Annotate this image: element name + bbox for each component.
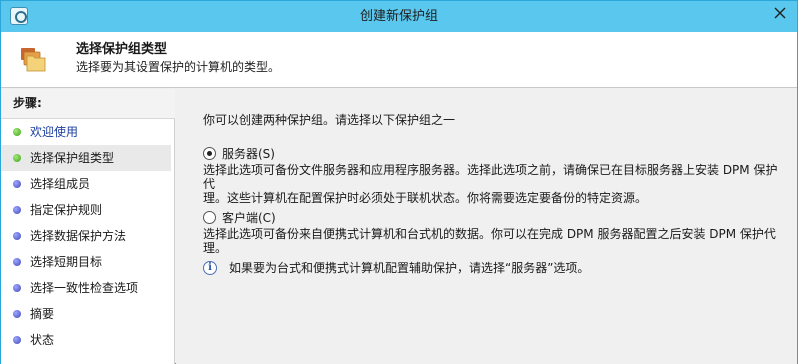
info-icon: i: [203, 260, 217, 275]
step-pending-icon: [13, 310, 21, 318]
step-label: 选择数据保护方法: [30, 229, 127, 243]
server-option[interactable]: 服务器(S): [203, 145, 275, 162]
step-label: 选择组成员: [30, 177, 91, 191]
step-protection-rules: 指定保护规则: [1, 197, 171, 223]
wizard-window: 创建新保护组 选择保护组类型 选择要为其设置保护的计算机的类型。 步骤: 欢迎使…: [0, 0, 798, 364]
server-radio[interactable]: [203, 147, 216, 160]
step-label: 状态: [30, 333, 55, 347]
steps-heading: 步骤:: [1, 89, 175, 119]
step-label: 选择一致性检查选项: [30, 281, 139, 295]
main-panel: 你可以创建两种保护组。请选择以下保护组之一 服务器(S) 选择此选项可备份文件服…: [176, 89, 797, 364]
wizard-header: 选择保护组类型 选择要为其设置保护的计算机的类型。: [1, 32, 797, 88]
server-description: 选择此选项可备份文件服务器和应用程序服务器。选择此选项之前，请确保已在目标服务器…: [203, 163, 788, 205]
server-description-line1: 选择此选项可备份文件服务器和应用程序服务器。选择此选项之前，请确保已在目标服务器…: [203, 163, 778, 191]
step-status: 状态: [1, 327, 171, 353]
info-note-text: 如果要为台式和便携式计算机配置辅助保护，请选择“服务器”选项。: [229, 261, 590, 275]
window-title: 创建新保护组: [359, 9, 438, 24]
step-welcome[interactable]: 欢迎使用: [1, 119, 171, 145]
step-pending-icon: [13, 284, 21, 292]
step-label: 指定保护规则: [30, 203, 103, 217]
step-pending-icon: [13, 206, 21, 214]
close-button[interactable]: [763, 1, 797, 25]
client-radio[interactable]: [203, 211, 216, 224]
step-consistency-check: 选择一致性检查选项: [1, 275, 171, 301]
step-current-icon: [13, 154, 21, 162]
step-complete-icon: [13, 128, 21, 136]
folders-icon: [21, 48, 46, 72]
step-pending-icon: [13, 336, 21, 344]
close-icon: [774, 7, 786, 19]
title-bar[interactable]: 创建新保护组: [1, 1, 797, 32]
client-option[interactable]: 客户端(C): [203, 209, 276, 226]
step-label: 选择短期目标: [30, 255, 103, 269]
step-label: 欢迎使用: [30, 125, 79, 139]
intro-text: 你可以创建两种保护组。请选择以下保护组之一: [203, 113, 456, 127]
info-note: i 如果要为台式和便携式计算机配置辅助保护，请选择“服务器”选项。: [203, 259, 589, 276]
step-pending-icon: [13, 180, 21, 188]
steps-sidebar: 步骤: 欢迎使用 选择保护组类型 选择组成员 指定保护规则 选择数据保护方法 选…: [1, 89, 175, 364]
step-select-members: 选择组成员: [1, 171, 171, 197]
client-description: 选择此选项可备份来自便携式计算机和台式机的数据。你可以在完成 DPM 服务器配置…: [203, 227, 788, 255]
step-pending-icon: [13, 232, 21, 240]
step-label: 选择保护组类型: [30, 151, 115, 165]
step-protection-method: 选择数据保护方法: [1, 223, 171, 249]
step-select-group-type[interactable]: 选择保护组类型: [1, 145, 171, 171]
step-short-term-goals: 选择短期目标: [1, 249, 171, 275]
step-label: 摘要: [30, 307, 55, 321]
step-summary: 摘要: [1, 301, 171, 327]
page-subtitle: 选择要为其设置保护的计算机的类型。: [76, 60, 281, 74]
step-pending-icon: [13, 258, 21, 266]
page-title: 选择保护组类型: [76, 42, 168, 57]
server-radio-label[interactable]: 服务器(S): [222, 145, 275, 162]
client-description-line2: 理。: [203, 241, 228, 255]
client-radio-label[interactable]: 客户端(C): [222, 209, 276, 226]
server-description-line2: 理。这些计算机在配置保护时必须处于联机状态。你将需要选定要备份的特定资源。: [203, 191, 648, 205]
client-description-line1: 选择此选项可备份来自便携式计算机和台式机的数据。你可以在完成 DPM 服务器配置…: [203, 227, 776, 241]
